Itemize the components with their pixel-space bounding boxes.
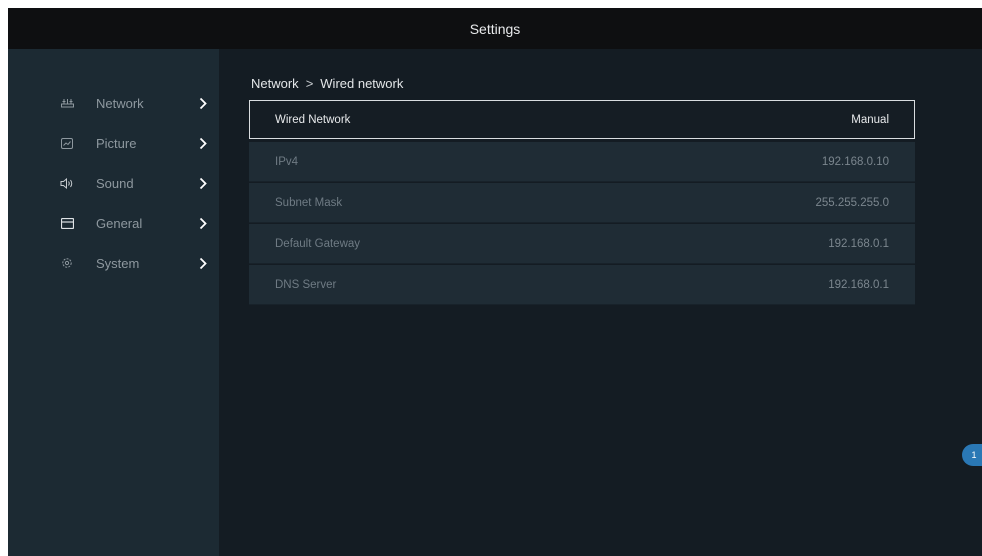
page-title: Settings bbox=[469, 20, 521, 37]
dns-server-row[interactable]: DNS Server 192.168.0.1 bbox=[249, 265, 915, 305]
default-gateway-row[interactable]: Default Gateway 192.168.0.1 bbox=[249, 224, 915, 264]
sidebar-item-label: Sound bbox=[96, 175, 134, 191]
row-label: Subnet Mask bbox=[275, 196, 343, 209]
sidebar-item-system[interactable]: System bbox=[8, 243, 219, 283]
network-icon bbox=[60, 96, 74, 110]
sidebar: Network Picture Sound General System bbox=[8, 49, 219, 556]
subnet-mask-row[interactable]: Subnet Mask 255.255.255.0 bbox=[249, 183, 915, 223]
row-value: Manual bbox=[851, 113, 889, 126]
sidebar-item-label: General bbox=[96, 215, 143, 231]
picture-icon bbox=[60, 136, 74, 150]
breadcrumb: Network > Wired network bbox=[251, 76, 403, 91]
sidebar-item-label: System bbox=[96, 255, 140, 271]
main-content: Network > Wired network Wired Network Ma… bbox=[219, 49, 982, 556]
breadcrumb-current: Wired network bbox=[320, 76, 404, 91]
general-icon bbox=[60, 216, 74, 230]
page-badge-number: 1 bbox=[971, 450, 977, 460]
sidebar-item-sound[interactable]: Sound bbox=[8, 163, 219, 203]
chevron-right-icon bbox=[198, 96, 208, 110]
row-value: 192.168.0.10 bbox=[821, 155, 889, 168]
row-label: Wired Network bbox=[275, 113, 351, 126]
ipv4-row[interactable]: IPv4 192.168.0.10 bbox=[249, 142, 915, 182]
chevron-right-icon bbox=[198, 216, 208, 230]
chevron-right-icon bbox=[198, 256, 208, 270]
sidebar-item-label: Network bbox=[96, 95, 144, 111]
sidebar-item-general[interactable]: General bbox=[8, 203, 219, 243]
sidebar-item-network[interactable]: Network bbox=[8, 83, 219, 123]
row-label: IPv4 bbox=[275, 155, 299, 168]
breadcrumb-separator: > bbox=[305, 76, 314, 91]
title-bar: Settings bbox=[8, 8, 982, 49]
sidebar-item-label: Picture bbox=[96, 135, 137, 151]
row-label: Default Gateway bbox=[275, 237, 361, 250]
row-value: 255.255.255.0 bbox=[815, 196, 889, 209]
sound-icon bbox=[60, 176, 74, 190]
sidebar-item-picture[interactable]: Picture bbox=[8, 123, 219, 163]
row-label: DNS Server bbox=[275, 278, 337, 291]
chevron-right-icon bbox=[198, 176, 208, 190]
breadcrumb-parent[interactable]: Network bbox=[251, 76, 299, 91]
settings-window: Settings Network Picture Sound General S… bbox=[8, 8, 982, 556]
page-badge[interactable]: 1 bbox=[962, 444, 982, 466]
gear-icon bbox=[60, 256, 74, 270]
row-value: 192.168.0.1 bbox=[828, 278, 889, 291]
chevron-right-icon bbox=[198, 136, 208, 150]
wired-network-row[interactable]: Wired Network Manual bbox=[249, 100, 915, 139]
row-value: 192.168.0.1 bbox=[828, 237, 889, 250]
